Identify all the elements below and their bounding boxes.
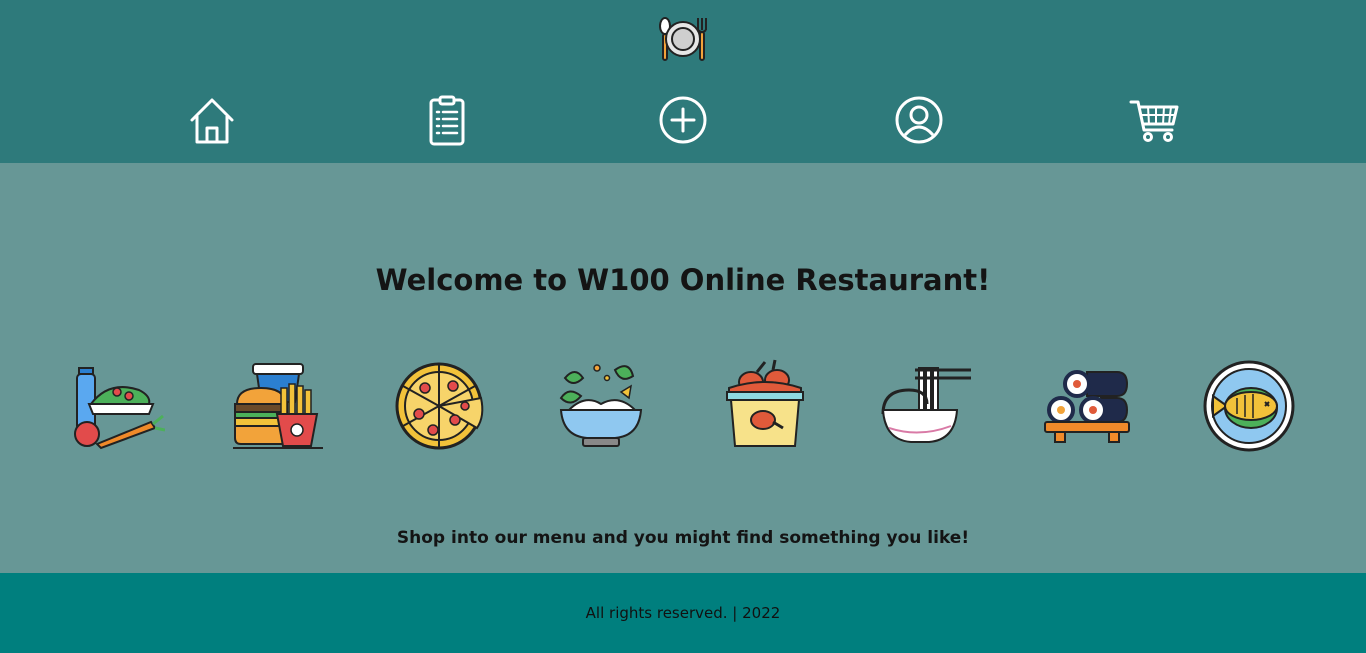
salad-vegetables-icon[interactable] (69, 358, 166, 454)
shopping-cart-icon (1129, 100, 1179, 142)
welcome-heading: Welcome to W100 Online Restaurant! (375, 263, 991, 297)
rice-bowl-icon[interactable] (555, 358, 651, 454)
main-content: Welcome to W100 Online Restaurant! Shop … (0, 163, 1366, 573)
tagline: Shop into our menu and you might find so… (396, 528, 970, 548)
fried-chicken-bucket-icon[interactable] (717, 358, 813, 454)
home-icon (190, 98, 234, 144)
footer: All rights reserved. | 2022 (0, 573, 1366, 653)
footer-copyright: All rights reserved. | 2022 (585, 604, 781, 622)
pizza-icon[interactable] (393, 358, 489, 454)
nav-add-button[interactable] (655, 92, 711, 148)
nav-menu-button[interactable] (419, 92, 475, 148)
user-circle-icon (895, 96, 943, 144)
noodles-bowl-icon[interactable] (879, 358, 975, 454)
plus-circle-icon (659, 96, 707, 144)
plate-with-cutlery-icon[interactable] (656, 14, 710, 64)
nav-account-button[interactable] (891, 92, 947, 148)
clipboard-list-icon (429, 95, 465, 146)
fish-plate-icon[interactable] (1203, 358, 1299, 454)
sushi-rolls-icon[interactable] (1041, 358, 1137, 454)
nav-home-button[interactable] (184, 92, 240, 148)
header (0, 0, 1366, 163)
nav-cart-button[interactable] (1126, 92, 1182, 148)
burger-fries-drink-icon[interactable] (231, 358, 327, 454)
